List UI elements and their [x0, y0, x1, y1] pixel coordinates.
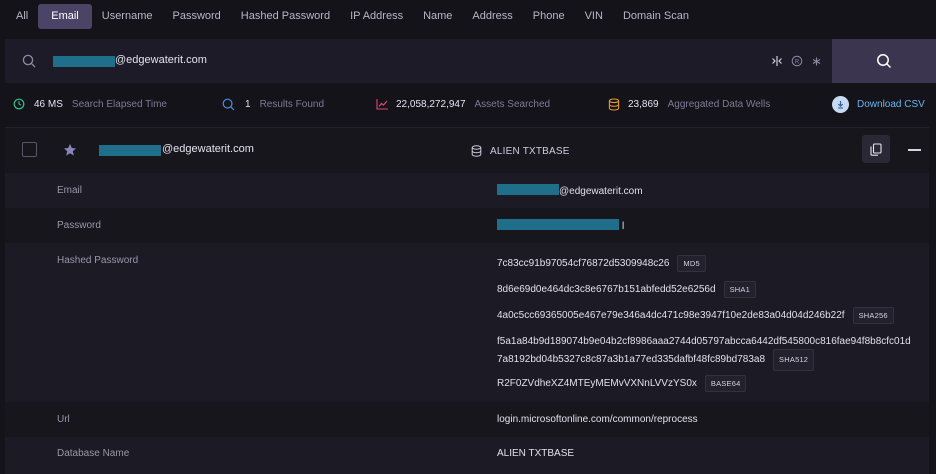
database-icon — [471, 145, 482, 157]
hash-base64-value: R2F0ZVdheXZ4MTEyMEMvVXNnLVVzYS0x — [497, 378, 697, 389]
copy-button[interactable] — [862, 135, 890, 163]
elapsed-value: 46 MS — [34, 98, 63, 110]
database-icon — [608, 97, 620, 111]
tab-name[interactable]: Name — [413, 4, 462, 29]
data-wells-value: 23,869 — [628, 98, 659, 110]
tab-all[interactable]: All — [6, 4, 38, 29]
field-row-email: Email @edgewaterit.com — [5, 173, 929, 208]
tab-phone[interactable]: Phone — [523, 4, 575, 29]
asterisk-icon[interactable] — [811, 56, 822, 67]
elapsed-label: Search Elapsed Time — [71, 98, 167, 110]
result-database: ALIEN TXTBASE — [471, 145, 570, 157]
search-submit-button[interactable] — [832, 39, 936, 83]
hash-sha512-badge: SHA512 — [773, 349, 815, 371]
redacted-username — [497, 184, 559, 195]
search-stats: 46 MS Search Elapsed Time 1 Results Foun… — [0, 92, 936, 116]
elapsed-stat: 46 MS Search Elapsed Time — [13, 92, 167, 116]
field-row-database-name: Database Name ALIEN TXTBASE — [5, 437, 929, 474]
field-key-password: Password — [57, 220, 101, 231]
field-value-url: login.microsoftonline.com/common/reproce… — [497, 414, 698, 425]
tab-email[interactable]: Email — [38, 3, 92, 29]
field-key-database-name: Database Name — [57, 448, 130, 459]
trend-chart-icon — [376, 99, 388, 110]
field-row-url: Url login.microsoftonline.com/common/rep… — [5, 402, 929, 437]
result-header-row: @edgewaterit.com ALIEN TXTBASE — [5, 127, 929, 173]
hash-sha256-value: 4a0c5cc69365005e467e79e346a4dc471c98e394… — [497, 310, 845, 321]
search-icon — [22, 54, 36, 68]
download-icon — [832, 96, 849, 113]
field-row-password: Password l — [5, 208, 929, 243]
tab-username[interactable]: Username — [92, 4, 163, 29]
copy-icon — [870, 142, 882, 156]
assets-label: Assets Searched — [474, 98, 551, 110]
field-key-email: Email — [57, 185, 83, 196]
clock-icon — [13, 98, 25, 110]
collapse-icon[interactable] — [908, 149, 921, 151]
field-value-password: l — [497, 219, 624, 232]
result-select-checkbox[interactable] — [22, 142, 37, 157]
results-label: Results Found — [259, 98, 325, 110]
search-icon — [222, 98, 235, 110]
result-database-label: ALIEN TXTBASE — [490, 145, 570, 157]
tab-ip-address[interactable]: IP Address — [340, 4, 413, 29]
star-icon[interactable] — [63, 143, 77, 157]
search-type-tabs: All Email Username Password Hashed Passw… — [6, 3, 699, 29]
hash-base64-badge: BASE64 — [704, 375, 747, 392]
redacted-password — [497, 219, 619, 230]
hash-md5-badge: MD5 — [677, 255, 706, 272]
download-csv-button[interactable]: Download CSV — [832, 96, 925, 113]
hash-md5-value: 7c83cc91b97054cf76872d5309948c26 — [497, 258, 670, 269]
search-tools: R — [771, 55, 822, 67]
svg-text:R: R — [795, 59, 800, 65]
tab-domain-scan[interactable]: Domain Scan — [613, 4, 699, 29]
data-wells-stat: 23,869 Aggregated Data Wells — [608, 92, 770, 116]
hash-sha512-line2: 7a8192bd04b5327c8c87a3b1a77ed335dafbf48f… — [497, 354, 766, 365]
results-stat: 1 Results Found — [222, 92, 324, 116]
search-icon — [877, 54, 892, 69]
field-key-url: Url — [57, 414, 70, 425]
search-bar[interactable]: @edgewaterit.com R — [5, 39, 936, 83]
results-value: 1 — [245, 98, 251, 110]
registered-icon[interactable]: R — [791, 55, 803, 67]
download-csv-label: Download CSV — [857, 99, 925, 110]
assets-stat: 22,058,272,947 Assets Searched — [376, 92, 550, 116]
field-value-email: @edgewaterit.com — [497, 184, 643, 197]
tab-hashed-password[interactable]: Hashed Password — [231, 4, 340, 29]
hash-sha512-line1: f5a1a84b9d189074b9e04b2cf8986aaa2744d057… — [497, 336, 911, 347]
field-value-database-name: ALIEN TXTBASE — [497, 448, 575, 459]
tab-vin[interactable]: VIN — [575, 4, 613, 29]
hash-sha256-badge: SHA256 — [852, 307, 894, 324]
result-email: @edgewaterit.com — [162, 143, 254, 155]
redacted-username — [99, 145, 161, 156]
redacted-username — [53, 56, 115, 67]
tab-address[interactable]: Address — [462, 4, 522, 29]
hash-base64: R2F0ZVdheXZ4MTEyMEMvVXNnLVVzYS0x BASE64 — [497, 375, 747, 392]
split-icon[interactable] — [771, 55, 783, 67]
hash-sha1-badge: SHA1 — [723, 281, 756, 298]
hash-sha1-value: 8d6e69d0e464dc3c8e6767b151abfedd52e6256d — [497, 284, 716, 295]
data-wells-label: Aggregated Data Wells — [667, 98, 771, 110]
hash-sha512: f5a1a84b9d189074b9e04b2cf8986aaa2744d057… — [497, 335, 911, 371]
search-input[interactable]: @edgewaterit.com — [115, 54, 207, 66]
hash-sha1: 8d6e69d0e464dc3c8e6767b151abfedd52e6256d… — [497, 281, 756, 298]
hash-md5: 7c83cc91b97054cf76872d5309948c26 MD5 — [497, 255, 706, 272]
tab-password[interactable]: Password — [163, 4, 231, 29]
assets-value: 22,058,272,947 — [396, 98, 466, 110]
hash-sha256: 4a0c5cc69365005e467e79e346a4dc471c98e394… — [497, 307, 894, 324]
field-row-hashed-password: Hashed Password 7c83cc91b97054cf76872d53… — [5, 243, 929, 402]
field-key-hashed-password: Hashed Password — [57, 255, 139, 266]
